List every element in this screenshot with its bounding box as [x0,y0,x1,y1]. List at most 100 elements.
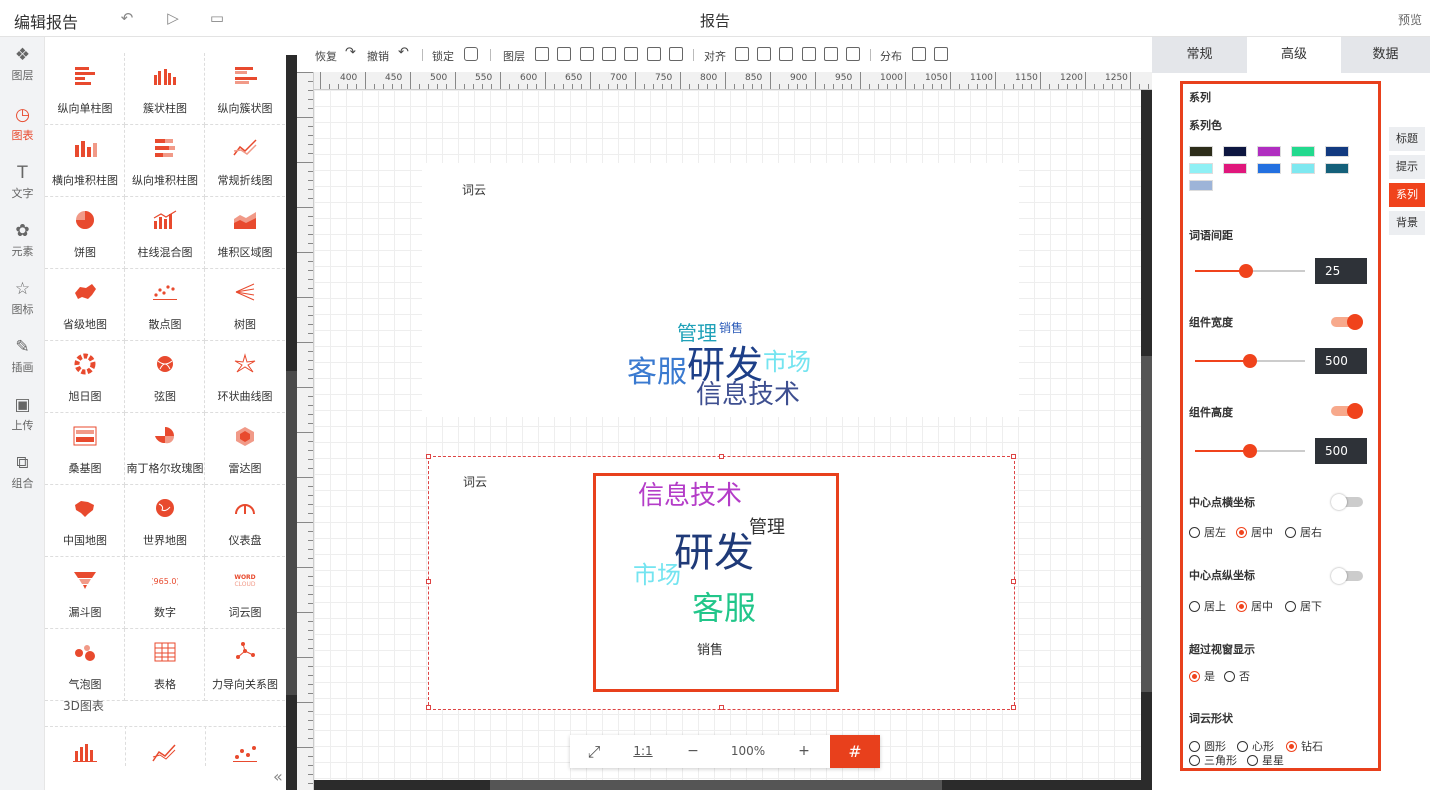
tab-general[interactable]: 常规 [1152,37,1247,73]
series-color-swatch[interactable] [1189,180,1213,191]
series-color-swatch[interactable] [1257,163,1281,174]
align-top-icon[interactable] [802,47,816,61]
chart-type-item[interactable]: 横向堆积柱图 [45,125,125,197]
chart-type-item[interactable]: 旭日图 [45,341,125,413]
series-color-swatch[interactable] [1189,146,1213,157]
align-right-icon[interactable] [779,47,793,61]
overflow-radio[interactable]: 是 [1189,671,1215,683]
redo-button[interactable]: 撤销 [367,48,389,64]
preview-button[interactable]: 预览 [1398,11,1422,28]
play-icon[interactable]: ▷ [163,8,183,28]
center-y-radio[interactable]: 居下 [1285,601,1322,613]
series-color-swatch[interactable] [1291,146,1315,157]
center-y-toggle[interactable] [1331,568,1363,584]
chart-type-item[interactable]: 世界地图 [125,485,205,557]
chart-type-item[interactable]: 南丁格尔玫瑰图 [125,413,205,485]
layer-tree-icon[interactable] [535,47,549,61]
bring-up-icon[interactable] [557,47,571,61]
chart-type-item[interactable]: 气泡图 [45,629,125,701]
chart-type-item[interactable]: 中国地图 [45,485,125,557]
width-toggle[interactable] [1331,314,1363,330]
lock-button[interactable]: 锁定 [432,48,454,64]
palette-scrollbar[interactable] [286,55,297,790]
save-icon[interactable]: ▭ [207,8,227,28]
shape-radio[interactable]: 心形 [1237,741,1274,753]
send-bottom-icon[interactable] [624,47,638,61]
resize-handle[interactable] [1011,579,1016,584]
align-button[interactable]: 对齐 [704,48,726,64]
chart-type-item[interactable]: 纵向簇状图 [205,53,285,125]
shape-radio[interactable]: 三角形 [1189,755,1237,767]
chart-type-item[interactable]: 漏斗图 [45,557,125,629]
canvas-vertical-scrollbar[interactable] [1141,90,1152,780]
zoom-in-button[interactable]: + [778,735,830,768]
word-spacing-slider[interactable] [1195,264,1305,278]
overflow-radio[interactable]: 否 [1224,671,1250,683]
3d-bar-icon[interactable] [73,743,99,763]
chart-type-item[interactable]: 散点图 [125,269,205,341]
chart-type-item[interactable]: 雷达图 [205,413,285,485]
chart-type-item[interactable]: 纵向堆积柱图 [125,125,205,197]
chart-type-item[interactable]: 桑基图 [45,413,125,485]
nav-item-layers[interactable]: ❖ 图层 [0,39,45,95]
fit-screen-icon[interactable]: ⤢ [570,735,618,768]
redo-arrow-icon[interactable]: ↶ [398,45,409,60]
shape-radio[interactable]: 圆形 [1189,741,1226,753]
center-x-radio[interactable]: 居左 [1189,527,1226,539]
series-color-swatch[interactable] [1325,146,1349,157]
chart-type-item[interactable]: 簇状柱图 [125,53,205,125]
word-spacing-input[interactable]: 25 [1315,258,1367,284]
wordcloud-widget-1[interactable]: 词云 管理 销售 客服 研发 市场 信息技术 [422,163,1019,417]
center-x-toggle[interactable] [1331,494,1363,510]
series-color-swatch[interactable] [1291,163,1315,174]
series-color-swatch[interactable] [1223,146,1247,157]
chart-type-item[interactable]: 省级地图 [45,269,125,341]
center-x-radio[interactable]: 居中 [1236,527,1273,539]
chart-type-item[interactable]: (965.0) 数字 [125,557,205,629]
bring-top-icon[interactable] [580,47,594,61]
width-input[interactable]: 500 [1315,348,1367,374]
shape-radio[interactable]: 星星 [1247,755,1284,767]
align-hcenter-icon[interactable] [757,47,771,61]
distribute-button[interactable]: 分布 [880,48,902,64]
series-color-swatch[interactable] [1257,146,1281,157]
align-bottom-icon[interactable] [846,47,860,61]
nav-item-upload-image[interactable]: ▣ 上传 [0,389,45,445]
tab-advanced[interactable]: 高级 [1247,37,1341,73]
chart-type-item[interactable]: 饼图 [45,197,125,269]
side-tab-tooltip[interactable]: 提示 [1389,155,1425,179]
center-y-radio[interactable]: 居上 [1189,601,1226,613]
shape-radio[interactable]: 钻石 [1286,741,1323,753]
undo-arrow-icon[interactable]: ↷ [345,45,356,60]
nav-item-elements[interactable]: ✿ 元素 [0,215,45,271]
collapse-panel-icon[interactable]: « [273,767,283,786]
chart-type-item[interactable]: 仪表盘 [205,485,285,557]
canvas-horizontal-scrollbar[interactable] [314,780,1152,790]
chart-type-item[interactable]: 表格 [125,629,205,701]
undo-icon[interactable]: ↶ [117,8,137,28]
distribute-v-icon[interactable] [934,47,948,61]
lock-icon[interactable] [464,47,478,61]
zoom-out-button[interactable]: − [668,735,718,768]
align-left-icon[interactable] [735,47,749,61]
resize-handle[interactable] [426,705,431,710]
grid-toggle-icon[interactable]: # [830,735,880,768]
height-slider[interactable] [1195,444,1305,458]
center-x-radio[interactable]: 居右 [1285,527,1322,539]
align-vcenter-icon[interactable] [824,47,838,61]
distribute-h-icon[interactable] [912,47,926,61]
send-down-icon[interactable] [602,47,616,61]
side-tab-title[interactable]: 标题 [1389,127,1425,151]
height-input[interactable]: 500 [1315,438,1367,464]
chart-type-item[interactable]: 力导向关系图 [205,629,285,701]
delete-icon[interactable] [647,47,661,61]
copy-icon[interactable] [669,47,683,61]
design-canvas[interactable]: 词云 管理 销售 客服 研发 市场 信息技术 词云 信息技术 管理 研发 市场 客服 销售 [314,90,1141,780]
3d-scatter-icon[interactable] [233,743,259,763]
nav-item-palette[interactable]: ✎ 插画 [0,331,45,387]
chart-type-item[interactable]: 柱线混合图 [125,197,205,269]
selection-box[interactable] [426,454,1016,710]
actual-size-button[interactable]: 1:1 [618,735,668,768]
chart-type-item[interactable]: 环状曲线图 [205,341,285,413]
series-color-swatch[interactable] [1223,163,1247,174]
